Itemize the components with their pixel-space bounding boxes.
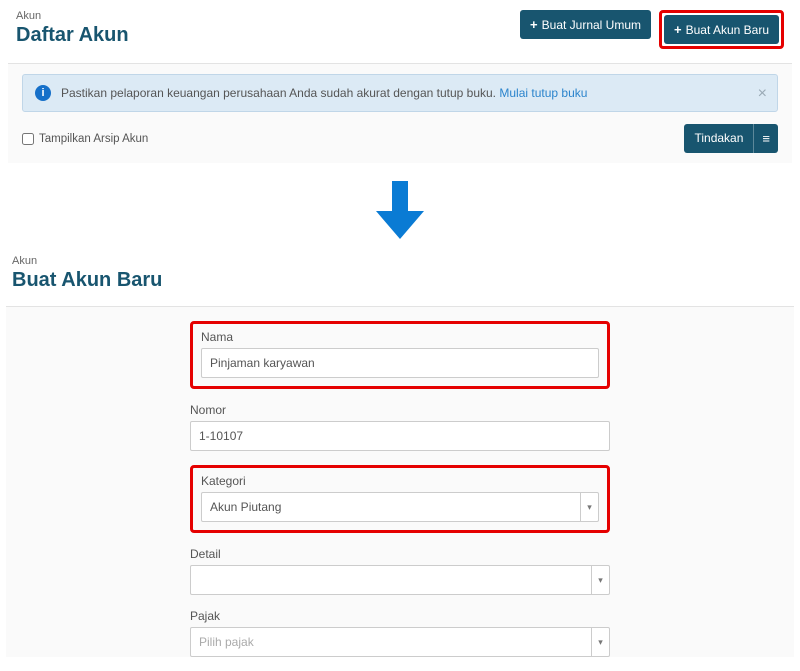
form-page-title: Buat Akun Baru	[12, 269, 788, 292]
new-account-button[interactable]: + Buat Akun Baru	[664, 15, 779, 44]
info-alert: i Pastikan pelaporan keuangan perusahaan…	[22, 74, 778, 112]
archive-label-text: Tampilkan Arsip Akun	[39, 133, 148, 145]
nama-field-group: Nama	[190, 321, 610, 389]
nama-input[interactable]	[201, 348, 599, 378]
archive-checkbox[interactable]	[22, 133, 34, 145]
alert-text: Pastikan pelaporan keuangan perusahaan A…	[61, 86, 496, 100]
nomor-input[interactable]	[190, 421, 610, 451]
info-icon: i	[35, 85, 51, 101]
action-label: Tindakan	[684, 124, 753, 153]
close-icon[interactable]: ×	[758, 85, 767, 103]
new-journal-label: Buat Jurnal Umum	[542, 18, 641, 32]
detail-select[interactable]: ▾	[190, 565, 610, 595]
new-journal-button[interactable]: + Buat Jurnal Umum	[520, 10, 651, 39]
pajak-field-group: Pajak Pilih pajak ▾	[190, 609, 610, 657]
detail-label: Detail	[190, 547, 610, 561]
archive-checkbox-label[interactable]: Tampilkan Arsip Akun	[22, 133, 148, 145]
kategori-field-group: Kategori Akun Piutang ▾	[190, 465, 610, 533]
kategori-select[interactable]: Akun Piutang ▾	[201, 492, 599, 522]
detail-field-group: Detail ▾	[190, 547, 610, 595]
plus-icon: +	[530, 17, 538, 32]
new-account-label: Buat Akun Baru	[686, 23, 769, 37]
nomor-field-group: Nomor	[190, 403, 610, 451]
chevron-down-icon: ▾	[591, 628, 609, 656]
page-title: Daftar Akun	[16, 24, 129, 47]
nomor-label: Nomor	[190, 403, 610, 417]
arrow-down-icon	[0, 181, 800, 239]
breadcrumb: Akun	[16, 10, 129, 22]
hamburger-icon: ≡	[753, 124, 778, 153]
highlighted-new-account: + Buat Akun Baru	[659, 10, 784, 49]
nama-label: Nama	[201, 330, 599, 344]
pajak-select[interactable]: Pilih pajak ▾	[190, 627, 610, 657]
breadcrumb-form: Akun	[12, 255, 788, 267]
pajak-label: Pajak	[190, 609, 610, 623]
kategori-label: Kategori	[201, 474, 599, 488]
action-dropdown-button[interactable]: Tindakan ≡	[684, 124, 778, 153]
chevron-down-icon: ▾	[580, 493, 598, 521]
kategori-value: Akun Piutang	[210, 500, 281, 514]
plus-icon: +	[674, 22, 682, 37]
chevron-down-icon: ▾	[591, 566, 609, 594]
pajak-placeholder: Pilih pajak	[199, 635, 254, 649]
alert-link[interactable]: Mulai tutup buku	[499, 86, 587, 100]
